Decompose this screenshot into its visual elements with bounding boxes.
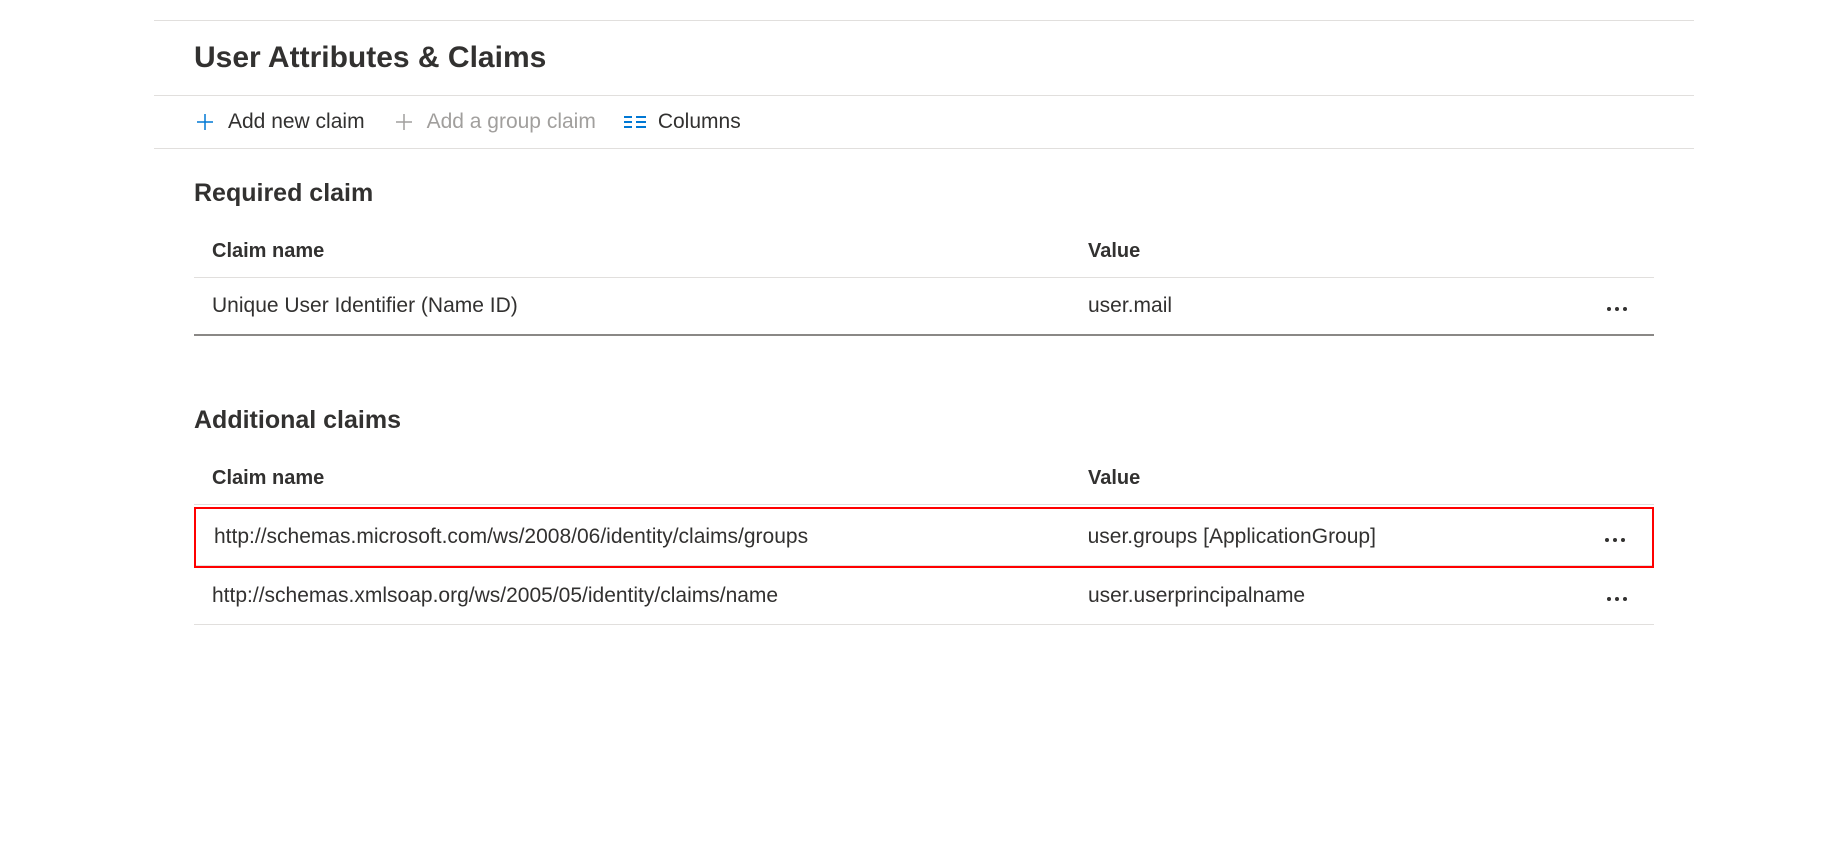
claim-name-cell: Unique User Identifier (Name ID)	[194, 278, 1070, 336]
main-container: User Attributes & Claims Add new claim A…	[154, 20, 1694, 625]
section-title: Additional claims	[194, 406, 1654, 435]
required-claims-table: Claim name Value Unique User Identifier …	[194, 226, 1654, 336]
column-header-name: Claim name	[194, 226, 1070, 278]
add-group-claim-button: Add a group claim	[393, 110, 596, 134]
table-row[interactable]: Unique User Identifier (Name ID) user.ma…	[194, 278, 1654, 336]
column-header-actions	[1566, 226, 1654, 278]
table-row[interactable]: http://schemas.microsoft.com/ws/2008/06/…	[196, 509, 1652, 566]
add-new-claim-button[interactable]: Add new claim	[194, 110, 365, 134]
toolbar: Add new claim Add a group claim	[154, 96, 1694, 149]
column-header-value: Value	[1070, 226, 1566, 278]
plus-icon	[393, 111, 415, 133]
toolbar-label: Columns	[658, 110, 741, 134]
required-claim-section: Required claim Claim name Value Unique U…	[154, 149, 1694, 336]
claim-name-cell: http://schemas.microsoft.com/ws/2008/06/…	[196, 509, 1070, 566]
row-actions-cell	[1565, 509, 1652, 566]
more-actions-button[interactable]	[1596, 533, 1634, 547]
section-title: Required claim	[194, 179, 1654, 208]
column-header-value: Value	[1070, 453, 1566, 505]
column-header-name: Claim name	[194, 453, 1070, 505]
row-actions-cell	[1566, 568, 1654, 625]
claim-value-cell: user.userprincipalname	[1070, 568, 1566, 625]
page-title: User Attributes & Claims	[154, 21, 1694, 96]
row-actions-cell	[1566, 278, 1654, 336]
claim-value-cell: user.mail	[1070, 278, 1566, 336]
additional-claims-table-header: Claim name Value	[194, 453, 1654, 505]
additional-claims-row-highlighted: http://schemas.microsoft.com/ws/2008/06/…	[196, 509, 1652, 566]
additional-claims-section: Additional claims Claim name Value http:…	[154, 376, 1694, 625]
columns-button[interactable]: Columns	[624, 110, 741, 134]
toolbar-label: Add new claim	[228, 110, 365, 134]
more-actions-button[interactable]	[1598, 302, 1636, 316]
claim-name-cell: http://schemas.xmlsoap.org/ws/2005/05/id…	[194, 568, 1070, 625]
toolbar-label: Add a group claim	[427, 110, 596, 134]
columns-icon	[624, 111, 646, 133]
highlighted-row-wrapper: http://schemas.microsoft.com/ws/2008/06/…	[194, 507, 1654, 568]
plus-icon	[194, 111, 216, 133]
more-actions-button[interactable]	[1598, 592, 1636, 606]
claim-value-cell: user.groups [ApplicationGroup]	[1070, 509, 1565, 566]
additional-claims-table-rest: http://schemas.xmlsoap.org/ws/2005/05/id…	[194, 568, 1654, 625]
column-header-actions	[1566, 453, 1654, 505]
table-row[interactable]: http://schemas.xmlsoap.org/ws/2005/05/id…	[194, 568, 1654, 625]
